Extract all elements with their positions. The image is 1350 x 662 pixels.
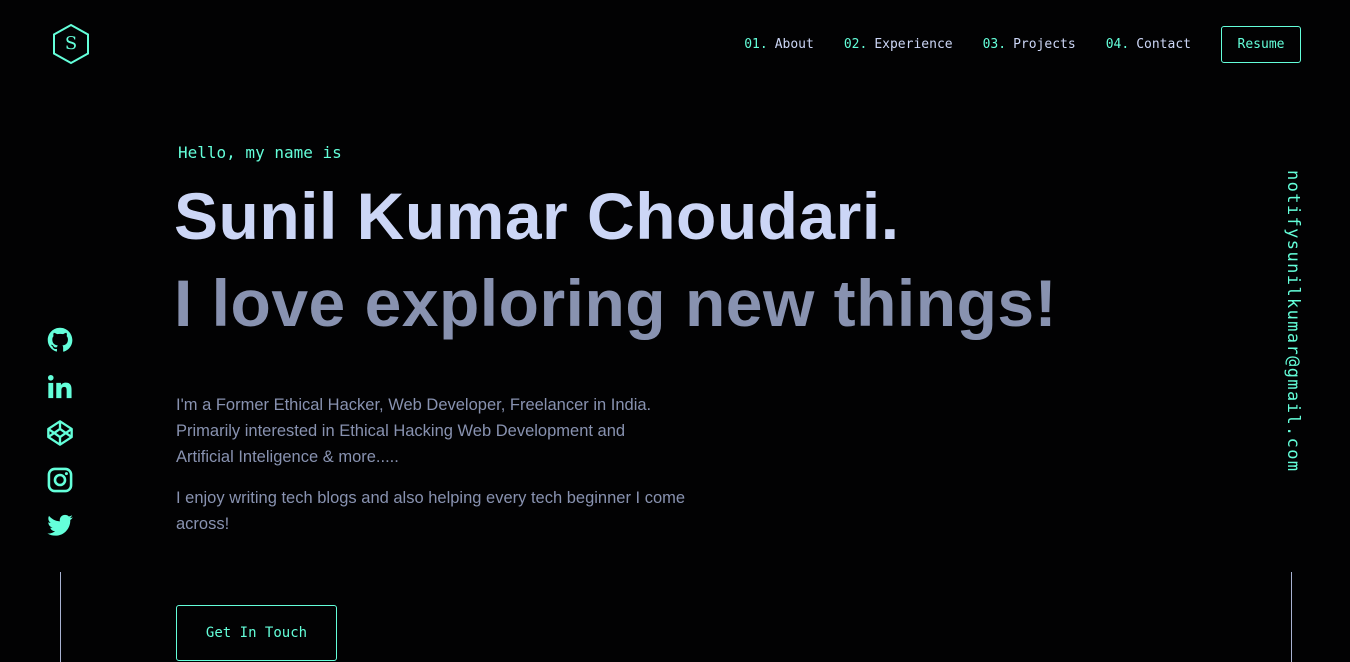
social-links [46, 326, 76, 559]
instagram-link[interactable] [46, 466, 74, 494]
resume-button[interactable]: Resume [1221, 26, 1301, 63]
nav-item-about[interactable]: 01. About [744, 37, 814, 52]
hero-name: Sunil Kumar Choudari. [174, 179, 900, 253]
linkedin-icon [47, 374, 72, 398]
logo-letter: S [64, 33, 78, 54]
nav-item-projects[interactable]: 03. Projects [983, 37, 1076, 52]
nav-number: 04. [1105, 37, 1130, 52]
linkedin-link[interactable] [46, 373, 74, 401]
blog-paragraph: I enjoy writing tech blogs and also help… [176, 489, 686, 533]
nav-label: About [774, 37, 814, 52]
instagram-icon [47, 467, 73, 492]
nav-item-contact[interactable]: 04. Contact [1106, 37, 1191, 52]
logo[interactable]: S [51, 23, 91, 65]
right-divider-line [1291, 572, 1292, 662]
twitter-icon [47, 514, 73, 536]
codepen-link[interactable] [46, 419, 74, 447]
email-link[interactable]: notifysunilkumar@gmail.com [1283, 170, 1303, 473]
codepen-icon [47, 420, 73, 446]
left-divider-line [60, 572, 61, 662]
twitter-link[interactable] [46, 512, 74, 540]
nav-item-experience[interactable]: 02. Experience [844, 37, 953, 52]
github-icon [47, 327, 73, 352]
nav-label: Experience [874, 37, 953, 52]
get-in-touch-button[interactable]: Get In Touch [176, 605, 337, 661]
nav-number: 03. [982, 37, 1007, 52]
github-link[interactable] [46, 326, 74, 354]
nav-number: 01. [744, 37, 768, 52]
hero-tagline: I love exploring new things! [174, 266, 1058, 340]
nav-label: Projects [1013, 37, 1076, 52]
intro-paragraph: I'm a Former Ethical Hacker, Web Develop… [176, 396, 652, 466]
nav-label: Contact [1136, 37, 1191, 52]
greeting: Hello, my name is [178, 143, 342, 162]
main-nav: 01. About 02. Experience 03. Projects 04… [744, 25, 1301, 64]
nav-number: 02. [843, 37, 868, 52]
